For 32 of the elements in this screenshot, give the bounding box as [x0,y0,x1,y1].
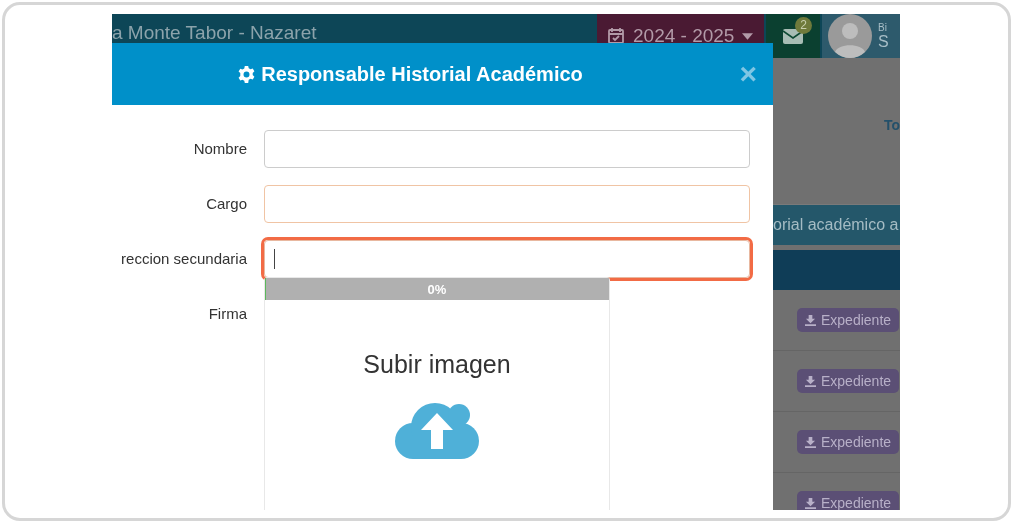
user-panel[interactable]: Bi S [822,14,900,58]
envelope-icon [783,28,803,44]
progress-label: 0% [427,281,447,297]
close-button[interactable]: × [739,57,757,91]
download-icon [805,436,816,448]
school-name: a Monte Tabor - Nazaret [112,21,318,45]
avatar-icon [828,14,872,58]
field-label: reccion secundaria [120,249,247,269]
field-label: Firma [207,304,247,324]
calendar-icon [607,27,625,45]
text-field[interactable] [264,185,750,223]
download-icon [805,314,816,326]
user-role: Bi [878,21,888,33]
message-count-badge: 2 [795,17,812,34]
caret-icon [742,32,754,40]
section-banner: orial académico a [773,205,900,245]
image-upload-area[interactable]: 0% Subir imagen [264,277,610,510]
text-field[interactable] [264,130,750,168]
download-button[interactable]: Expediente [797,369,900,393]
gear-icon [238,65,256,83]
text-field[interactable] [264,240,750,278]
field-label: Nombre [192,139,247,159]
messages-button[interactable]: 2 [766,14,820,58]
download-button[interactable]: Expediente [797,308,900,332]
download-button[interactable]: Expediente [797,430,900,454]
download-icon [805,497,816,509]
dialog-title: Responsable Historial Académico [261,62,583,86]
field-label: Cargo [205,194,247,214]
user-name: S [878,32,889,51]
download-button[interactable]: Expediente [797,491,900,510]
upload-prompt: Subir imagen [363,350,511,379]
download-icon [805,375,816,387]
